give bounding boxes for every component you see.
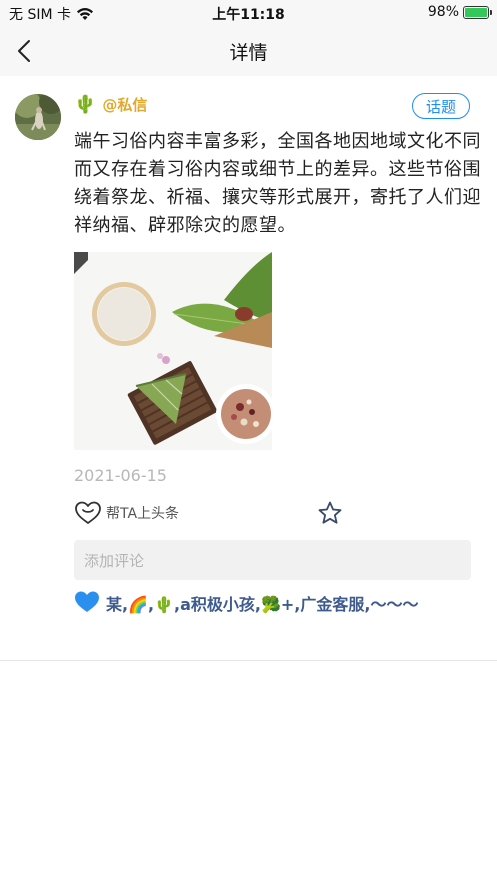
- battery-icon: [463, 5, 492, 19]
- post-content: 端午习俗内容丰富多彩，全国各地因地域文化不同而又存在着习俗内容或细节上的差异。这…: [74, 131, 481, 236]
- post-actions: 帮TA上头条: [74, 500, 474, 528]
- post-image[interactable]: [74, 252, 272, 450]
- heart-outline-icon: [75, 501, 101, 524]
- likes-names[interactable]: 某,🌈,🌵,a积极小孩,🥦+,广金客服,～～～: [106, 595, 418, 614]
- topic-button[interactable]: 话题: [412, 93, 470, 119]
- likes-list: 某,🌈,🌵,a积极小孩,🥦+,广金客服,～～～: [74, 590, 469, 619]
- status-bar: 无 SIM 卡 上午11:18 98%: [0, 0, 497, 26]
- star-icon: [318, 501, 342, 524]
- like-button[interactable]: 帮TA上头条: [74, 500, 179, 526]
- post-date: 2021-06-15: [74, 466, 167, 485]
- nav-bar: 详情: [0, 26, 497, 76]
- status-time: 上午11:18: [212, 7, 285, 23]
- cactus-icon: 🌵: [74, 94, 97, 115]
- page-title: 详情: [229, 42, 268, 64]
- zongzi-photo: [74, 252, 272, 450]
- battery-status: 98%: [427, 4, 492, 20]
- divider: [0, 660, 497, 661]
- user-line: 🌵 @私信: [74, 94, 147, 115]
- battery-percent: 98%: [427, 4, 459, 20]
- like-label: 帮TA上头条: [106, 506, 180, 522]
- avatar[interactable]: [15, 94, 61, 140]
- comment-input[interactable]: 添加评论: [74, 540, 471, 580]
- avatar-image: [15, 94, 61, 140]
- favorite-button[interactable]: [317, 500, 343, 530]
- heart-filled-icon: [75, 591, 99, 612]
- username-link[interactable]: @私信: [102, 94, 147, 115]
